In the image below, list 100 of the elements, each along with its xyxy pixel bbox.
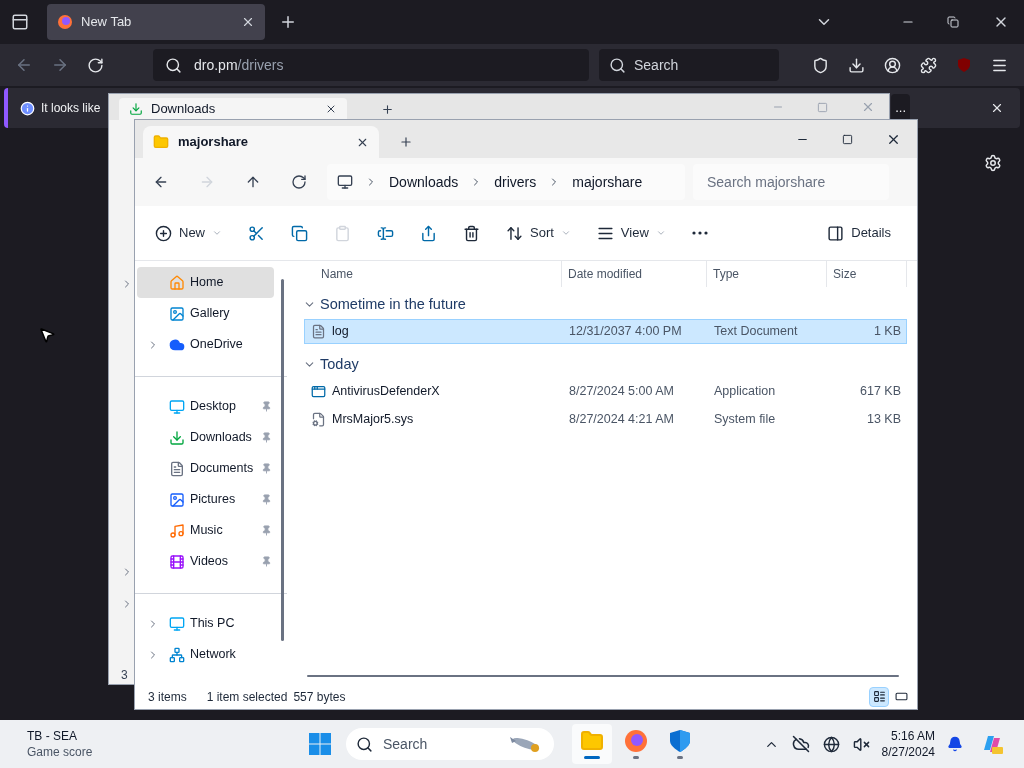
breadcrumb[interactable]: drivers (494, 171, 537, 193)
clock[interactable]: 5:16 AM 8/27/2024 (881, 728, 935, 760)
new-tab-icon[interactable] (381, 103, 394, 116)
nav-label: OneDrive (190, 336, 243, 354)
scrollbar[interactable] (281, 279, 284, 641)
horizontal-scrollbar[interactable] (307, 675, 899, 677)
file-name: AntivirusDefenderX (332, 383, 440, 401)
reload-icon[interactable] (87, 56, 104, 74)
file-name: MrsMajor5.sys (332, 411, 414, 429)
tab-title: majorshare (178, 133, 250, 152)
nav-item[interactable]: Home (137, 267, 274, 298)
breadcrumb[interactable]: Downloads (389, 171, 459, 193)
globe-icon[interactable] (822, 735, 840, 753)
taskbar-app[interactable] (572, 724, 612, 764)
type-cell-text: Text Document (713, 323, 799, 341)
address-bar[interactable]: dro.pm/drivers (153, 49, 589, 81)
search-field[interactable]: Search majorshare (693, 164, 889, 200)
bell-icon[interactable] (947, 736, 963, 752)
notification-more-button[interactable]: ... (891, 94, 910, 122)
nav-label: Network (190, 646, 236, 664)
file-row[interactable]: MrsMajor5.sys 8/27/2024 4:21 AM System file 13 KB (304, 407, 907, 432)
nav-label: Pictures (190, 491, 236, 509)
close-icon[interactable] (241, 15, 255, 29)
new-tab-icon[interactable] (279, 13, 297, 31)
nav-label: Home (190, 274, 224, 292)
network-icon (169, 646, 185, 663)
maximize-icon[interactable] (842, 133, 853, 145)
window-tab[interactable]: Downloads (119, 98, 347, 120)
nav-item[interactable]: Gallery (137, 298, 274, 329)
date-cell-text: 8/27/2024 5:00 AM (568, 383, 675, 401)
browser-logo-icon (57, 14, 73, 30)
cloud-off-icon[interactable] (791, 735, 810, 753)
toolbar-button[interactable]: View (586, 217, 676, 249)
download-icon (129, 102, 143, 116)
gallery-icon (169, 305, 185, 322)
details-pane-icon (827, 224, 845, 242)
details-view-button[interactable] (869, 686, 889, 707)
search-icon (165, 56, 182, 74)
date-cell-text: 12/31/2037 4:00 PM (568, 323, 683, 341)
item-count: 3 items (148, 688, 187, 706)
forward-arrow-icon[interactable] (51, 56, 69, 74)
rename-icon (377, 224, 394, 242)
search-placeholder: Search (634, 55, 679, 75)
widget-title[interactable]: TB - SEA (27, 728, 127, 744)
film-icon (169, 553, 185, 570)
muted-speaker-icon[interactable] (852, 735, 870, 753)
selection-size: 557 bytes (293, 688, 346, 706)
desktop-icon (169, 398, 185, 415)
address-bar[interactable]: Downloads drivers majorshare (327, 164, 685, 200)
monitor-icon (337, 174, 353, 190)
size-cell-text: 13 KB (865, 411, 901, 429)
nav-item[interactable]: This PC (137, 608, 274, 639)
system-file-icon (311, 412, 326, 427)
file-row[interactable]: AntivirusDefenderX 8/27/2024 5:00 AM Application 617 KB (304, 379, 907, 404)
settings-icon[interactable] (984, 154, 1002, 172)
column-header[interactable]: Date modified (562, 261, 707, 287)
copy-icon (291, 224, 308, 242)
download-icon (169, 429, 185, 446)
nav-item[interactable]: Music (137, 515, 274, 546)
close-icon[interactable] (990, 101, 1004, 115)
file-row[interactable]: log 12/31/2037 4:00 PM Text Document 1 KB (304, 319, 907, 344)
window-tab[interactable]: majorshare (143, 126, 379, 158)
info-icon (20, 100, 35, 116)
toolbar-button[interactable]: New (145, 217, 232, 249)
group-header[interactable]: Sometime in the future (320, 293, 466, 316)
nav-item[interactable]: OneDrive (137, 329, 274, 360)
clock-date: 8/27/2024 (881, 744, 935, 760)
breadcrumb[interactable]: majorshare (572, 171, 643, 193)
document-icon (169, 460, 185, 477)
tab-list-icon[interactable] (11, 13, 29, 31)
nav-label: Gallery (190, 305, 230, 323)
toolbar-button[interactable]: Sort (496, 217, 581, 249)
account-icon[interactable] (884, 56, 901, 74)
refresh-icon[interactable] (291, 174, 307, 190)
nav-label: Documents (190, 460, 254, 478)
column-header[interactable]: Type (707, 261, 827, 287)
nav-label: Videos (190, 553, 228, 571)
nav-item[interactable]: Downloads (137, 422, 274, 453)
restore-icon[interactable] (947, 16, 959, 28)
nav-item[interactable]: Videos (137, 546, 274, 577)
taskbar-search-field[interactable]: Search (346, 728, 554, 760)
extensions-icon[interactable] (920, 56, 937, 74)
search-icon (356, 735, 373, 753)
toolbar-button[interactable]: Details (817, 217, 901, 249)
browser-tab[interactable]: New Tab (47, 4, 265, 40)
folder-icon (153, 134, 169, 150)
file-name: log (332, 323, 349, 341)
close-icon[interactable] (325, 103, 337, 115)
clipboard-icon (334, 224, 351, 242)
nav-item[interactable]: Desktop (137, 391, 274, 422)
search-field[interactable]: Search (599, 49, 779, 81)
nav-item[interactable]: Network (137, 639, 274, 670)
column-header[interactable]: Size (827, 261, 907, 287)
nav-item[interactable]: Documents (137, 453, 274, 484)
download-icon[interactable] (848, 56, 865, 74)
group-header[interactable]: Today (320, 353, 359, 376)
start-icon[interactable] (308, 732, 332, 756)
column-header[interactable]: Name (304, 261, 562, 287)
nav-item[interactable]: Pictures (137, 484, 274, 515)
widget-subtitle[interactable]: Game score (27, 744, 127, 760)
